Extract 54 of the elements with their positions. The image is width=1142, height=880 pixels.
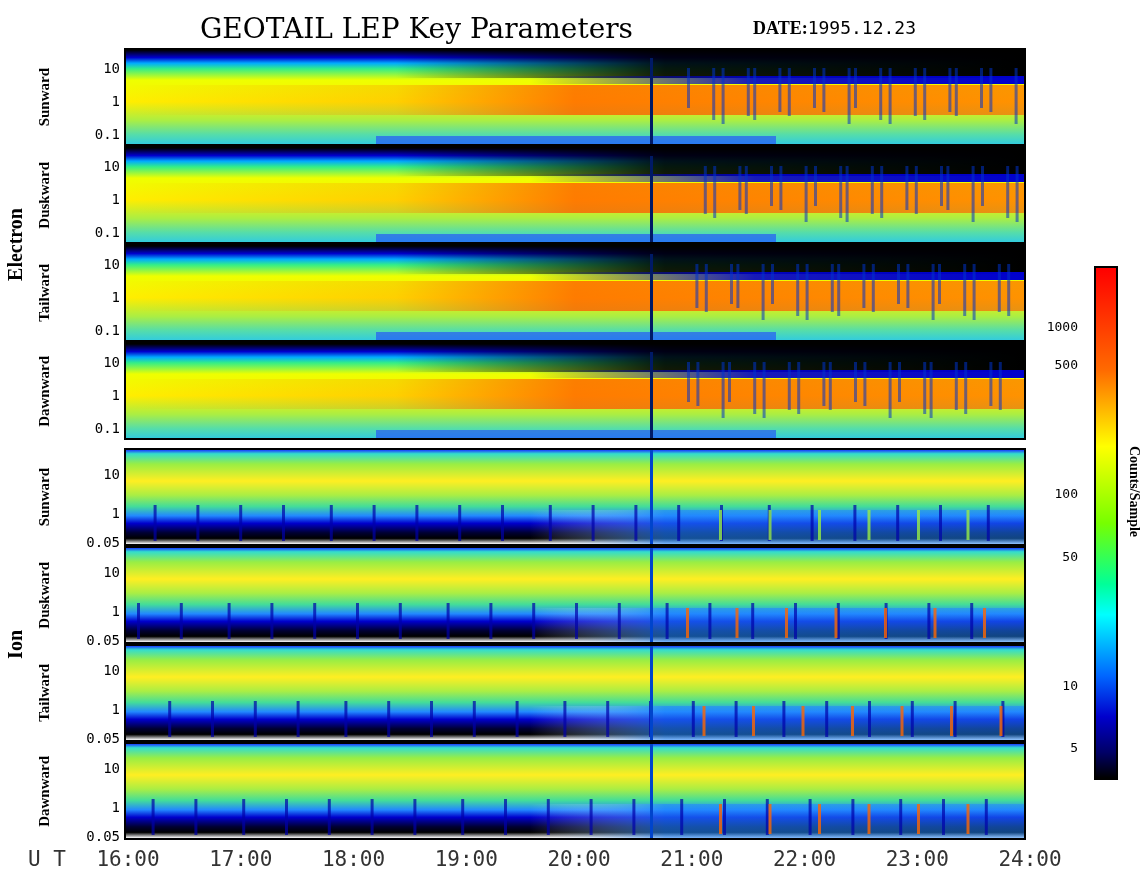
axis-tick-label: 19:00 [433,846,499,873]
axis-tick-label: 0.05 [86,730,120,747]
axis-tick-label: 0.1 [94,224,120,241]
axis-tick-label: 0.1 [94,322,120,339]
colorbar-tick-label: 10 [1062,677,1078,696]
colorbar-tick-label: 500 [1054,356,1078,375]
direction-label: Sunward [34,67,53,127]
axis-tick-label: 10 [103,662,120,679]
group-label: Electron [3,207,27,281]
axis-tick-label: 0.1 [94,126,120,143]
axis-tick-label: 1 [111,190,120,207]
axis-tick-label: 0.05 [86,828,120,845]
date-value: 1995.12.23 [807,16,916,40]
axis-label: U T [27,846,67,873]
colorbar-tick-label: 5 [1070,739,1078,758]
direction-label: Dawnward [34,755,53,827]
direction-label: Sunward [34,467,53,527]
direction-label: Duskward [34,561,53,629]
axis-tick-label: 22:00 [771,846,838,873]
axis-tick-label: 0.1 [94,420,120,437]
date-label: DATE: [752,17,808,40]
group-label: Ion [3,629,27,659]
axis-tick-label: 1 [111,504,120,521]
axis-tick-label: 1 [111,288,120,305]
axis-tick-label: 10 [103,59,120,76]
axis-tick-label: 10 [103,564,120,581]
axis-tick-label: 0.05 [86,534,120,551]
axis-tick-label: 10 [103,353,120,370]
colorbar-tick-label: 1000 [1046,318,1078,337]
axis-tick-label: 1 [111,92,120,109]
direction-label: Tailward [34,664,53,722]
axis-tick-label: 0.05 [86,632,120,649]
axis-tick-label: 16:00 [95,846,161,873]
axis-tick-label: 24:00 [997,846,1063,873]
axis-tick-label: 10 [103,157,120,174]
axis-tick-label: 23:00 [884,846,950,873]
direction-label: Duskward [34,161,53,229]
axis-tick-label: 21:00 [659,846,725,873]
axis-tick-label: 17:00 [208,846,274,873]
axis-tick-label: 18:00 [320,846,387,873]
colorbar-tick-label: 50 [1062,548,1078,567]
axis-tick-label: 1 [111,602,120,619]
axis-tick-label: 1 [111,700,120,717]
direction-label: Dawnward [34,355,53,427]
plot-title: GEOTAIL LEP Key Parameters [200,12,633,46]
axis-tick-label: 10 [103,760,120,777]
axis-tick-label: 20:00 [546,846,612,873]
axis-tick-label: 10 [103,255,120,272]
colorbar-label: Counts/Sample [1126,446,1142,538]
direction-label: Tailward [34,264,53,322]
colorbar-tick-label: 100 [1054,485,1078,504]
axis-tick-label: 1 [111,798,120,815]
axis-tick-label: 1 [111,386,120,403]
axis-tick-label: 10 [103,466,120,483]
